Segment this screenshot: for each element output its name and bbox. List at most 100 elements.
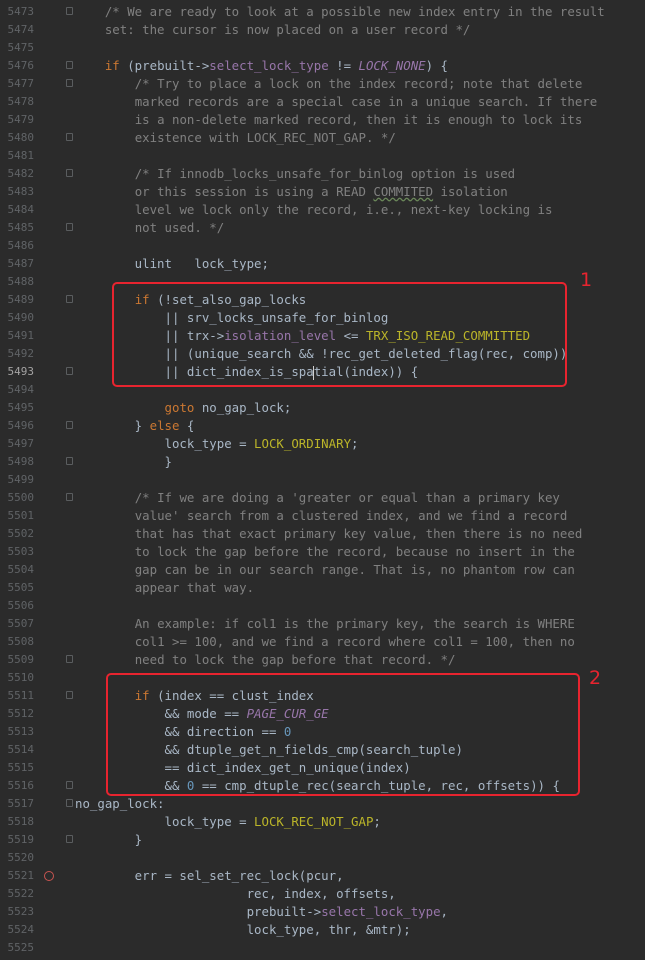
- line-number[interactable]: 5490: [0, 309, 35, 327]
- code-line[interactable]: 5522 rec, index, offsets,: [0, 885, 645, 903]
- code-line[interactable]: 5504 gap can be in our search range. Tha…: [0, 561, 645, 579]
- line-number[interactable]: 5500: [0, 489, 35, 507]
- line-number[interactable]: 5519: [0, 831, 35, 849]
- line-number[interactable]: 5522: [0, 885, 35, 903]
- line-number[interactable]: 5523: [0, 903, 35, 921]
- line-number[interactable]: 5503: [0, 543, 35, 561]
- code-editor[interactable]: 5473 /* We are ready to look at a possib…: [0, 0, 645, 960]
- code-text[interactable]: gap can be in our search range. That is,…: [75, 561, 575, 579]
- line-number[interactable]: 5518: [0, 813, 35, 831]
- code-text[interactable]: } else {: [75, 417, 195, 435]
- code-text[interactable]: set: the cursor is now placed on a user …: [75, 21, 471, 39]
- line-number[interactable]: 5514: [0, 741, 35, 759]
- code-line[interactable]: 5502 that has that exact primary key val…: [0, 525, 645, 543]
- code-text[interactable]: ulint lock_type;: [75, 255, 269, 273]
- code-text[interactable]: marked records are a special case in a u…: [75, 93, 598, 111]
- code-line[interactable]: 5481: [0, 147, 645, 165]
- line-number[interactable]: 5495: [0, 399, 35, 417]
- line-number[interactable]: 5521: [0, 867, 35, 885]
- fold-marker-icon[interactable]: [66, 655, 73, 663]
- code-text[interactable]: existence with LOCK_REC_NOT_GAP. */: [75, 129, 396, 147]
- line-number[interactable]: 5509: [0, 651, 35, 669]
- code-text[interactable]: appear that way.: [75, 579, 254, 597]
- fold-marker-icon[interactable]: [66, 295, 73, 303]
- code-line[interactable]: 5518 lock_type = LOCK_REC_NOT_GAP;: [0, 813, 645, 831]
- fold-marker-icon[interactable]: [66, 457, 73, 465]
- code-line[interactable]: 5517 no_gap_lock:: [0, 795, 645, 813]
- line-number[interactable]: 5498: [0, 453, 35, 471]
- fold-marker-icon[interactable]: [66, 7, 73, 15]
- code-line[interactable]: 5497 lock_type = LOCK_ORDINARY;: [0, 435, 645, 453]
- line-number[interactable]: 5493: [0, 363, 35, 381]
- fold-marker-icon[interactable]: [66, 79, 73, 87]
- code-text[interactable]: value' search from a clustered index, an…: [75, 507, 568, 525]
- code-text[interactable]: need to lock the gap before that record.…: [75, 651, 456, 669]
- code-line[interactable]: 5519 }: [0, 831, 645, 849]
- code-line[interactable]: 5499: [0, 471, 645, 489]
- line-number[interactable]: 5478: [0, 93, 35, 111]
- code-text[interactable]: or this session is using a READ COMMITED…: [75, 183, 508, 201]
- code-line[interactable]: 5521 err = sel_set_rec_lock(pcur,: [0, 867, 645, 885]
- line-number[interactable]: 5475: [0, 39, 35, 57]
- line-number[interactable]: 5486: [0, 237, 35, 255]
- line-number[interactable]: 5510: [0, 669, 35, 687]
- code-text[interactable]: }: [75, 831, 142, 849]
- code-text[interactable]: that has that exact primary key value, t…: [75, 525, 583, 543]
- line-number[interactable]: 5477: [0, 75, 35, 93]
- code-text[interactable]: is a non-delete marked record, then it i…: [75, 111, 583, 129]
- fold-marker-icon[interactable]: [66, 169, 73, 177]
- line-number[interactable]: 5507: [0, 615, 35, 633]
- fold-marker-icon[interactable]: [66, 799, 73, 807]
- code-text[interactable]: if (prebuilt->select_lock_type != LOCK_N…: [75, 57, 448, 75]
- line-number[interactable]: 5525: [0, 939, 35, 957]
- code-text[interactable]: err = sel_set_rec_lock(pcur,: [75, 867, 344, 885]
- code-line[interactable]: 5474 set: the cursor is now placed on a …: [0, 21, 645, 39]
- line-number[interactable]: 5517: [0, 795, 35, 813]
- code-line[interactable]: 5523 prebuilt->select_lock_type,: [0, 903, 645, 921]
- code-text[interactable]: no_gap_lock:: [75, 795, 165, 813]
- code-line[interactable]: 5483 or this session is using a READ COM…: [0, 183, 645, 201]
- code-line[interactable]: 5487 ulint lock_type;: [0, 255, 645, 273]
- code-line[interactable]: 5473 /* We are ready to look at a possib…: [0, 3, 645, 21]
- code-text[interactable]: }: [75, 453, 172, 471]
- code-line[interactable]: 5507 An example: if col1 is the primary …: [0, 615, 645, 633]
- fold-marker-icon[interactable]: [66, 61, 73, 69]
- code-line[interactable]: 5505 appear that way.: [0, 579, 645, 597]
- line-number[interactable]: 5502: [0, 525, 35, 543]
- code-line[interactable]: 5508 col1 >= 100, and we find a record w…: [0, 633, 645, 651]
- code-text[interactable]: lock_type = LOCK_REC_NOT_GAP;: [75, 813, 381, 831]
- code-text[interactable]: /* If innodb_locks_unsafe_for_binlog opt…: [75, 165, 515, 183]
- line-number[interactable]: 5476: [0, 57, 35, 75]
- fold-marker-icon[interactable]: [66, 691, 73, 699]
- code-line[interactable]: 5482 /* If innodb_locks_unsafe_for_binlo…: [0, 165, 645, 183]
- code-text[interactable]: level we lock only the record, i.e., nex…: [75, 201, 553, 219]
- line-number[interactable]: 5499: [0, 471, 35, 489]
- fold-marker-icon[interactable]: [66, 223, 73, 231]
- code-line[interactable]: 5524 lock_type, thr, &mtr);: [0, 921, 645, 939]
- code-line[interactable]: 5486: [0, 237, 645, 255]
- code-line[interactable]: 5501 value' search from a clustered inde…: [0, 507, 645, 525]
- fold-marker-icon[interactable]: [66, 781, 73, 789]
- line-number[interactable]: 5504: [0, 561, 35, 579]
- line-number[interactable]: 5483: [0, 183, 35, 201]
- line-number[interactable]: 5520: [0, 849, 35, 867]
- breakpoint-icon[interactable]: [44, 871, 54, 881]
- line-number[interactable]: 5484: [0, 201, 35, 219]
- fold-marker-icon[interactable]: [66, 421, 73, 429]
- code-line[interactable]: 5500 /* If we are doing a 'greater or eq…: [0, 489, 645, 507]
- code-line[interactable]: 5484 level we lock only the record, i.e.…: [0, 201, 645, 219]
- code-line[interactable]: 5477 /* Try to place a lock on the index…: [0, 75, 645, 93]
- line-number[interactable]: 5481: [0, 147, 35, 165]
- line-number[interactable]: 5524: [0, 921, 35, 939]
- fold-marker-icon[interactable]: [66, 493, 73, 501]
- line-number[interactable]: 5487: [0, 255, 35, 273]
- line-number[interactable]: 5512: [0, 705, 35, 723]
- line-number[interactable]: 5492: [0, 345, 35, 363]
- line-number[interactable]: 5496: [0, 417, 35, 435]
- line-number[interactable]: 5513: [0, 723, 35, 741]
- code-text[interactable]: lock_type = LOCK_ORDINARY;: [75, 435, 359, 453]
- fold-marker-icon[interactable]: [66, 835, 73, 843]
- line-number[interactable]: 5501: [0, 507, 35, 525]
- code-text[interactable]: to lock the gap before the record, becau…: [75, 543, 575, 561]
- line-number[interactable]: 5489: [0, 291, 35, 309]
